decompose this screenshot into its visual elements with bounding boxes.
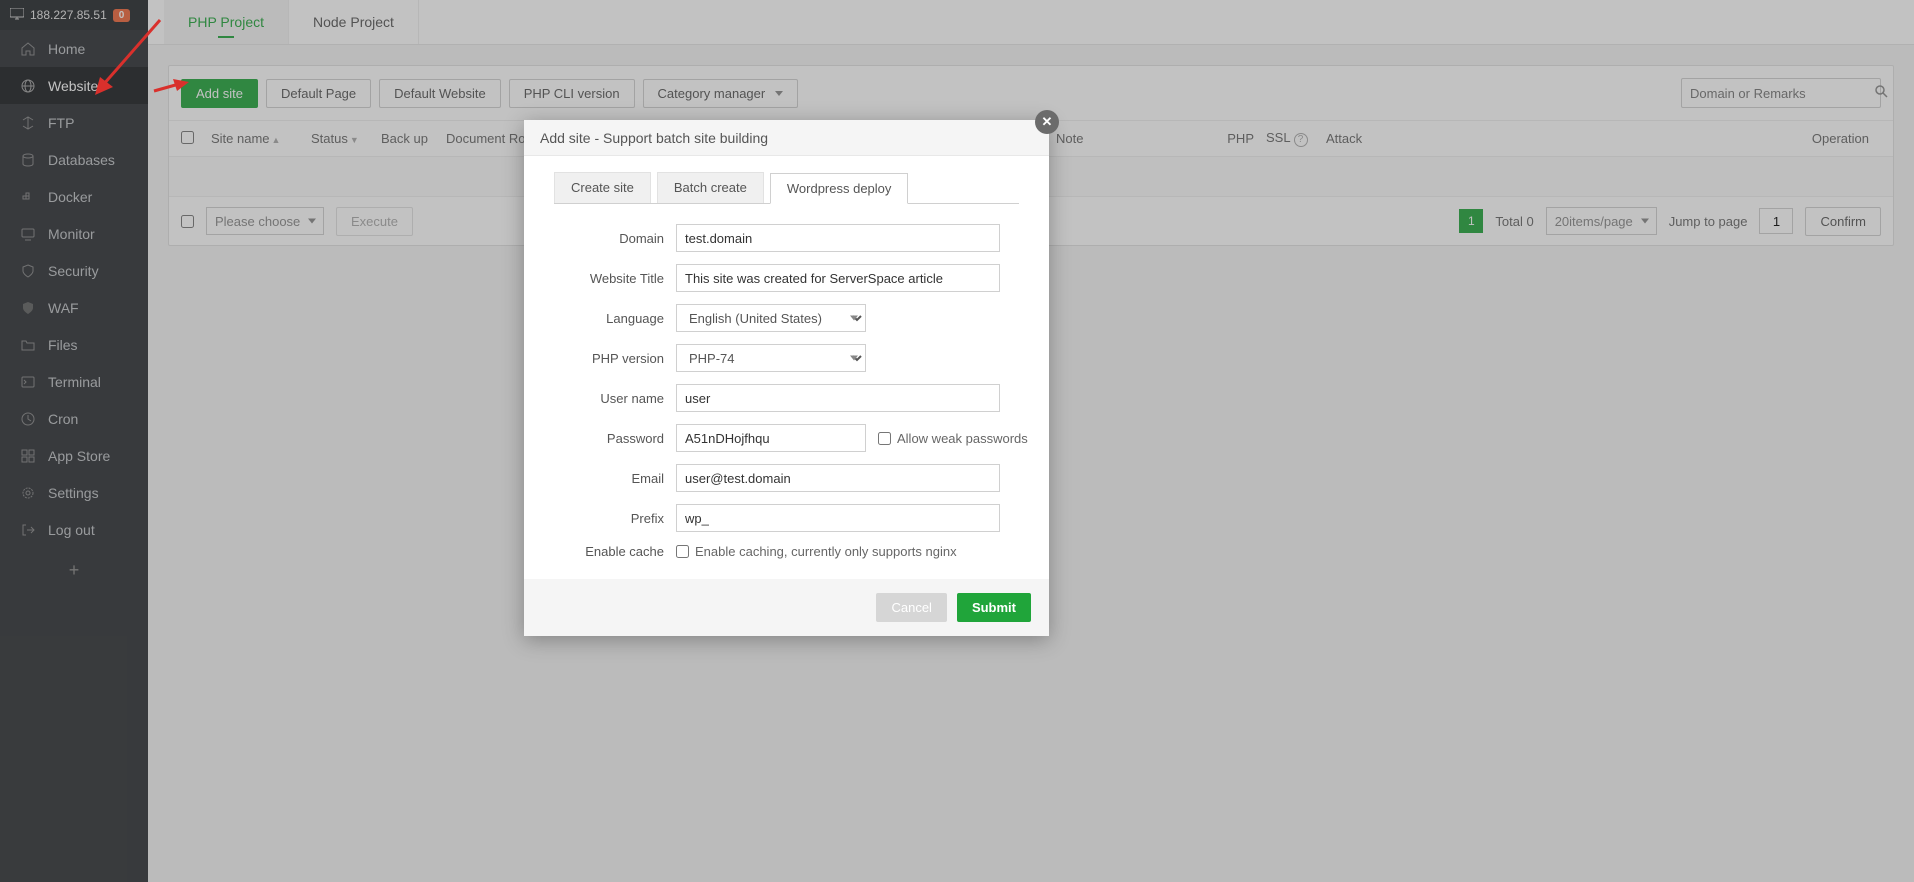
close-icon: ✕ <box>1042 114 1053 130</box>
password-label: Password <box>544 431 664 446</box>
tab-batch-create[interactable]: Batch create <box>657 172 764 203</box>
enable-cache-wrapper: Enable caching, currently only supports … <box>676 544 957 559</box>
enable-cache-checkbox[interactable] <box>676 545 689 558</box>
username-label: User name <box>544 391 664 406</box>
tab-wordpress-deploy[interactable]: Wordpress deploy <box>770 173 909 204</box>
password-input[interactable] <box>676 424 866 452</box>
cancel-button[interactable]: Cancel <box>876 593 946 622</box>
php-version-select[interactable]: PHP-74 <box>676 344 866 372</box>
username-input[interactable] <box>676 384 1000 412</box>
domain-label: Domain <box>544 231 664 246</box>
add-site-modal: ✕ Add site - Support batch site building… <box>524 120 1049 636</box>
email-input[interactable] <box>676 464 1000 492</box>
allow-weak-checkbox[interactable] <box>878 432 891 445</box>
close-modal-button[interactable]: ✕ <box>1035 110 1059 134</box>
modal-title: Add site - Support batch site building <box>524 120 1049 156</box>
allow-weak-wrapper: Allow weak passwords <box>878 431 1028 446</box>
modal-footer: Cancel Submit <box>524 579 1049 636</box>
submit-button[interactable]: Submit <box>957 593 1031 622</box>
cache-hint: Enable caching, currently only supports … <box>695 544 957 559</box>
enable-cache-label: Enable cache <box>544 544 664 559</box>
modal-overlay: ✕ Add site - Support batch site building… <box>0 0 1914 882</box>
tab-create-site[interactable]: Create site <box>554 172 651 203</box>
prefix-input[interactable] <box>676 504 1000 532</box>
website-title-label: Website Title <box>544 271 664 286</box>
email-label: Email <box>544 471 664 486</box>
language-label: Language <box>544 311 664 326</box>
domain-input[interactable] <box>676 224 1000 252</box>
allow-weak-label: Allow weak passwords <box>897 431 1028 446</box>
modal-tabs: Create site Batch create Wordpress deplo… <box>524 156 1049 203</box>
prefix-label: Prefix <box>544 511 664 526</box>
language-select[interactable]: English (United States) <box>676 304 866 332</box>
php-version-label: PHP version <box>544 351 664 366</box>
website-title-input[interactable] <box>676 264 1000 292</box>
